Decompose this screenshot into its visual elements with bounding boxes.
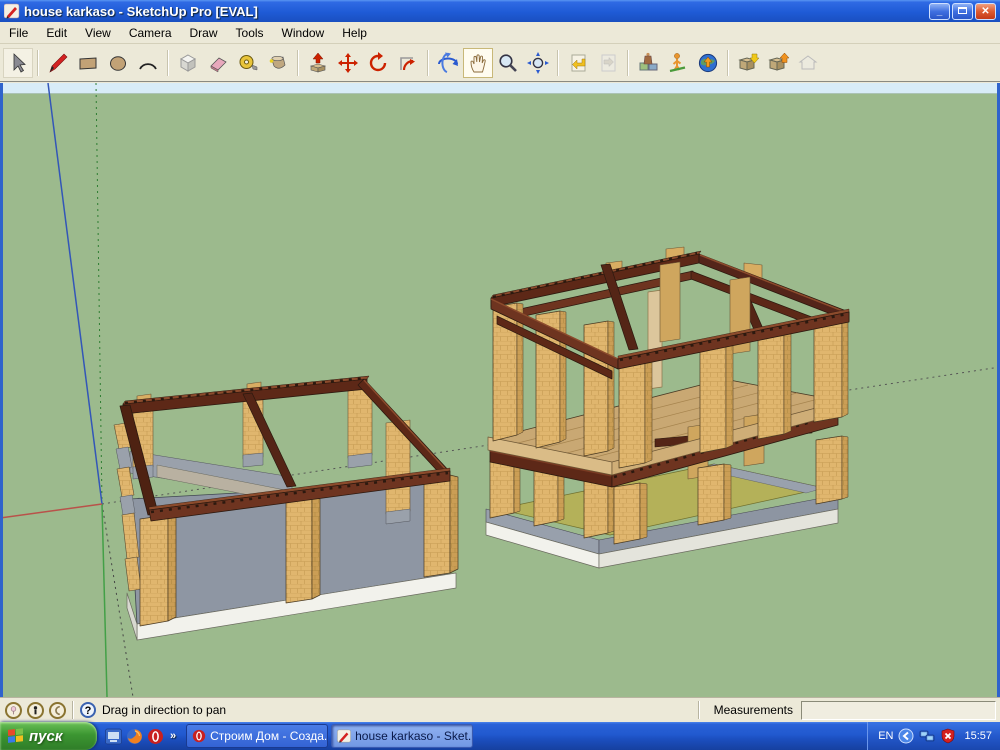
tool-add-building-button[interactable] xyxy=(793,48,823,78)
tv-app-icon[interactable] xyxy=(105,728,122,745)
tool-orbit-button[interactable] xyxy=(433,48,463,78)
system-tray: EN 15:57 xyxy=(867,722,1000,750)
quick-launch: » xyxy=(105,728,176,745)
menu-item[interactable]: Draw xyxy=(181,23,227,43)
taskbar-button-browser[interactable]: Строим Дом - Созда... xyxy=(186,724,328,748)
status-hint: Drag in direction to pan xyxy=(102,703,226,717)
menu-item[interactable]: Help xyxy=(333,23,376,43)
tool-select-button[interactable] xyxy=(3,48,33,78)
statusbar-separator xyxy=(72,701,74,719)
tool-share-model-button[interactable] xyxy=(763,48,793,78)
tool-paint-bucket-button[interactable] xyxy=(263,48,293,78)
quick-launch-overflow[interactable]: » xyxy=(170,730,176,742)
opera-icon[interactable] xyxy=(147,728,164,745)
menu-item[interactable]: View xyxy=(76,23,120,43)
help-icon[interactable]: ? xyxy=(80,702,96,718)
tool-get-models-button[interactable] xyxy=(733,48,763,78)
tool-previous-button[interactable] xyxy=(563,48,593,78)
status-bar: ? Drag in direction to pan Measurements xyxy=(0,697,1000,722)
minimize-button[interactable]: _ xyxy=(929,3,950,20)
tool-component-person-button[interactable] xyxy=(663,48,693,78)
start-label: пуск xyxy=(29,728,62,745)
window-border-left xyxy=(0,83,3,697)
signin-status-icon[interactable] xyxy=(49,702,66,719)
tool-zoom-button[interactable] xyxy=(493,48,523,78)
tool-circle-button[interactable] xyxy=(103,48,133,78)
tool-rectangle-button[interactable] xyxy=(73,48,103,78)
language-indicator[interactable]: EN xyxy=(878,730,893,742)
hide-icons-chevron[interactable] xyxy=(898,728,914,744)
task-buttons: Строим Дом - Созда... house karkaso - Sk… xyxy=(186,724,473,748)
tool-pan-button[interactable] xyxy=(463,48,493,78)
modeling-viewport[interactable] xyxy=(0,83,1000,697)
tool-photo-textures-button[interactable] xyxy=(633,48,663,78)
menu-item[interactable]: Window xyxy=(273,23,334,43)
title-bar[interactable]: house karkaso - SketchUp Pro [EVAL] _ ✕ xyxy=(0,0,1000,22)
tool-push-pull-button[interactable] xyxy=(303,48,333,78)
opera-icon xyxy=(192,729,206,743)
window-title: house karkaso - SketchUp Pro [EVAL] xyxy=(24,4,258,19)
start-button[interactable]: пуск xyxy=(0,722,97,750)
two-story-frame-model xyxy=(486,247,849,568)
tool-eraser-button[interactable] xyxy=(203,48,233,78)
menu-item[interactable]: File xyxy=(0,23,37,43)
windows-flag-icon xyxy=(8,728,24,744)
toolbar xyxy=(0,44,1000,82)
geolocation-status-icon[interactable] xyxy=(5,702,22,719)
security-alert-icon[interactable] xyxy=(940,728,956,744)
sketchup-app-icon xyxy=(4,3,20,19)
tool-next-button[interactable] xyxy=(593,48,623,78)
network-icon[interactable] xyxy=(919,728,935,744)
taskbar-button-sketchup[interactable]: house karkaso - Sket... xyxy=(331,724,473,748)
measurements-label: Measurements xyxy=(714,703,793,717)
taskbar: пуск » Строим Дом - Созда... house karka… xyxy=(0,722,1000,750)
task-label: Строим Дом - Созда... xyxy=(210,729,328,743)
menu-item[interactable]: Camera xyxy=(120,23,181,43)
statusbar-separator xyxy=(698,701,700,719)
menu-item[interactable]: Edit xyxy=(37,23,76,43)
menu-item[interactable]: Tools xyxy=(227,23,273,43)
firefox-icon[interactable] xyxy=(126,728,143,745)
tool-move-button[interactable] xyxy=(333,48,363,78)
tool-rotate-button[interactable] xyxy=(363,48,393,78)
measurements-box[interactable] xyxy=(801,701,996,720)
credit-status-icon[interactable] xyxy=(27,702,44,719)
tool-arc-button[interactable] xyxy=(133,48,163,78)
restore-button[interactable] xyxy=(952,3,973,20)
sky xyxy=(0,83,1000,94)
desktop: house karkaso - SketchUp Pro [EVAL] _ ✕ … xyxy=(0,0,1000,750)
tool-offset-button[interactable] xyxy=(393,48,423,78)
tool-tape-measure-button[interactable] xyxy=(233,48,263,78)
sketchup-icon xyxy=(337,729,351,743)
taskbar-clock[interactable]: 15:57 xyxy=(964,730,992,742)
tool-google-earth-button[interactable] xyxy=(693,48,723,78)
close-button[interactable]: ✕ xyxy=(975,3,996,20)
task-label: house karkaso - Sket... xyxy=(355,729,473,743)
tool-line-button[interactable] xyxy=(43,48,73,78)
tool-zoom-extents-button[interactable] xyxy=(523,48,553,78)
menu-bar: FileEditViewCameraDrawToolsWindowHelp xyxy=(0,22,1000,44)
tool-make-component-button[interactable] xyxy=(173,48,203,78)
3d-scene xyxy=(0,83,1000,697)
